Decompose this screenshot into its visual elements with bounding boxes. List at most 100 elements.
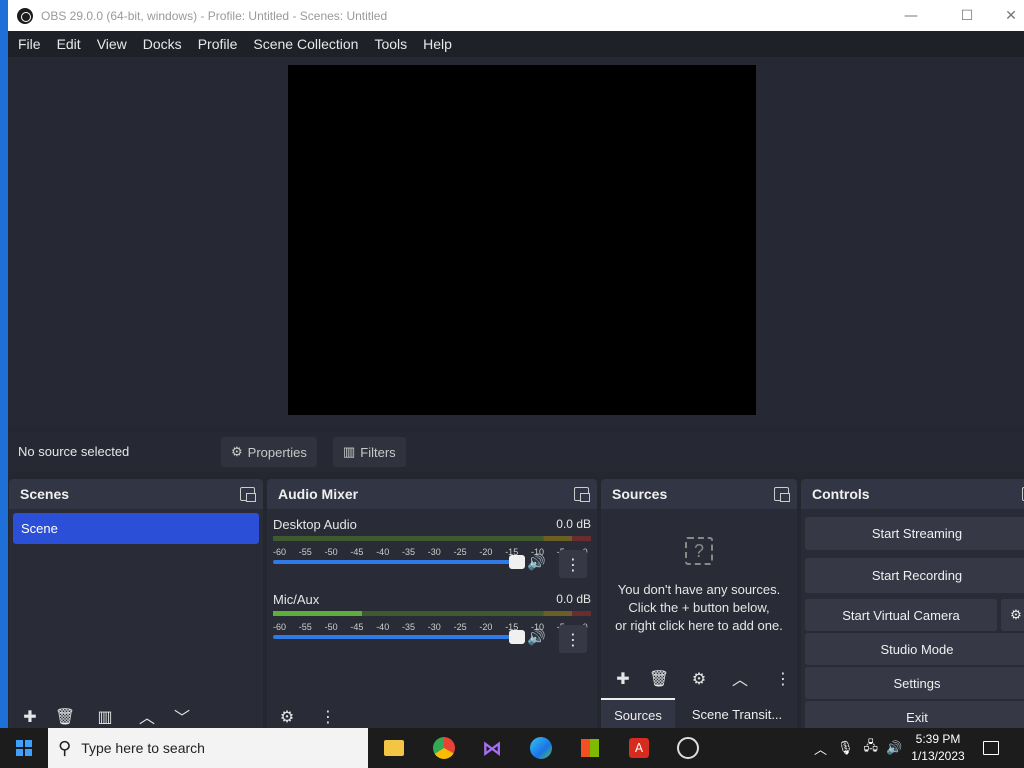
studio-mode-button[interactable]: Studio Mode	[805, 633, 1024, 665]
meter-tick-label: -20	[479, 622, 493, 632]
scene-list-item[interactable]: Scene	[13, 513, 259, 544]
remove-scene-button[interactable]: 🗑	[53, 704, 77, 728]
acrobat-icon: A	[629, 738, 649, 758]
move-scene-down-button[interactable]: ﹀	[170, 704, 194, 728]
meter-tick-label: -45	[350, 547, 364, 557]
remove-source-button[interactable]: 🗑	[647, 666, 671, 690]
move-scene-up-button[interactable]: ︿	[135, 704, 159, 728]
taskbar: ⚲ Type here to search ⋈ A ︿ 🎙 🖧 🔊 5:39 P…	[0, 728, 1024, 768]
move-source-up-button[interactable]: ︿	[728, 666, 752, 690]
menu-profile[interactable]: Profile	[190, 36, 246, 52]
filters-button[interactable]: ▥ Filters	[333, 437, 406, 467]
taskbar-clock[interactable]: 5:39 PM 1/13/2023	[904, 731, 972, 765]
volume-slider[interactable]	[273, 555, 525, 569]
notification-icon	[983, 741, 999, 755]
clock-time: 5:39 PM	[915, 732, 961, 746]
gears-icon: ⚙	[279, 706, 295, 726]
kebab-icon: ⋮	[775, 668, 791, 688]
menu-docks[interactable]: Docks	[135, 36, 190, 52]
chrome-app[interactable]	[420, 728, 468, 768]
microphone-icon[interactable]: 🎙	[837, 741, 854, 756]
start-streaming-button[interactable]: Start Streaming	[805, 517, 1024, 550]
meter-tick-label: -25	[453, 547, 467, 557]
menu-scene-collection[interactable]: Scene Collection	[245, 36, 366, 52]
volume-icon[interactable]: 🔊	[886, 741, 902, 756]
meter-tick-label: -30	[427, 622, 441, 632]
empty-line-1: You don't have any sources.	[617, 582, 781, 597]
add-scene-button[interactable]: ✚	[18, 704, 42, 728]
minimize-button[interactable]: —	[888, 0, 934, 31]
meter-tick-label: -25	[453, 622, 467, 632]
source-properties-button[interactable]: ⚙	[687, 666, 711, 690]
mixer-menu-button[interactable]: ⋮	[316, 704, 340, 728]
menu-tools[interactable]: Tools	[366, 36, 415, 52]
edge-app[interactable]	[517, 728, 565, 768]
kebab-icon: ⋮	[565, 554, 581, 574]
speaker-icon[interactable]: 🔊	[527, 553, 546, 571]
taskbar-search[interactable]: ⚲ Type here to search	[48, 728, 368, 768]
start-recording-button[interactable]: Start Recording	[805, 558, 1024, 593]
settings-button[interactable]: Settings	[805, 667, 1024, 699]
slider-handle[interactable]	[509, 630, 525, 644]
tab-sources[interactable]: Sources	[601, 698, 675, 728]
virtual-camera-settings-button[interactable]: ⚙	[1001, 599, 1024, 631]
maximize-button[interactable]: ☐	[944, 0, 990, 31]
undock-icon[interactable]	[240, 487, 256, 502]
channel-menu-button[interactable]: ⋮	[559, 625, 587, 653]
volume-slider[interactable]	[273, 630, 525, 644]
desktop-background	[0, 0, 8, 728]
gear-icon: ⚙	[691, 668, 707, 688]
sources-empty-state[interactable]: ? You don't have any sources. Click the …	[601, 537, 797, 635]
chrome-icon	[433, 737, 455, 759]
exit-button[interactable]: Exit	[805, 701, 1024, 728]
visual-studio-app[interactable]: ⋈	[468, 728, 516, 768]
acrobat-app[interactable]: A	[615, 728, 663, 768]
menu-file[interactable]: File	[8, 36, 49, 52]
scenes-title: Scenes	[20, 486, 70, 502]
file-explorer-app[interactable]	[370, 728, 418, 768]
sources-menu-button[interactable]: ⋮	[775, 666, 791, 690]
action-center-button[interactable]	[968, 728, 1014, 768]
meter-tick-label: -60	[273, 622, 287, 632]
system-tray: ︿ 🎙 🖧 🔊	[814, 728, 902, 768]
close-button[interactable]: ✕	[988, 0, 1024, 31]
meter-tick-label: -50	[324, 547, 338, 557]
advanced-audio-button[interactable]: ⚙	[275, 704, 299, 728]
network-icon[interactable]: 🖧	[864, 737, 879, 759]
properties-button[interactable]: ⚙ Properties	[221, 437, 317, 467]
title-bar: OBS 29.0.0 (64-bit, windows) - Profile: …	[8, 0, 1024, 31]
undock-icon[interactable]	[574, 487, 590, 502]
window-title: OBS 29.0.0 (64-bit, windows) - Profile: …	[41, 8, 388, 23]
source-status: No source selected	[18, 444, 130, 459]
scene-filters-button[interactable]: ▥	[93, 704, 117, 728]
scenes-dock: Scenes Scene ✚ 🗑 ▥ ︿ ﹀	[9, 479, 263, 728]
start-button[interactable]	[0, 728, 48, 768]
obs-taskbar-app[interactable]	[664, 728, 712, 768]
start-virtual-camera-button[interactable]: Start Virtual Camera	[805, 599, 997, 631]
source-toolbar: No source selected ⚙ Properties ▥ Filter…	[8, 432, 1024, 472]
add-source-button[interactable]: ✚	[611, 666, 635, 690]
speaker-icon[interactable]: 🔊	[527, 628, 546, 646]
meter-level	[273, 611, 363, 616]
chevron-up-icon: ︿	[138, 708, 155, 727]
menu-edit[interactable]: Edit	[49, 36, 89, 52]
folder-icon	[384, 740, 404, 756]
kebab-icon: ⋮	[320, 706, 336, 726]
store-app[interactable]	[566, 728, 614, 768]
tray-overflow-icon[interactable]: ︿	[814, 739, 827, 758]
tab-scene-transitions[interactable]: Scene Transit...	[681, 698, 793, 728]
empty-line-3: or right click here to add one.	[615, 618, 783, 633]
channel-menu-button[interactable]: ⋮	[559, 550, 587, 578]
undock-icon[interactable]	[774, 487, 790, 502]
preview-canvas[interactable]	[288, 65, 756, 415]
menu-help[interactable]: Help	[415, 36, 460, 52]
meter-tick-label: -35	[402, 547, 416, 557]
store-icon	[581, 739, 599, 757]
controls-dock: Controls Start Streaming Start Recording…	[801, 479, 1024, 728]
meter-tick-label: -55	[298, 547, 312, 557]
chevron-up-icon: ︿	[731, 670, 748, 689]
audio-mixer-dock-title: Audio Mixer	[267, 479, 597, 509]
slider-handle[interactable]	[509, 555, 525, 569]
visual-studio-icon: ⋈	[482, 736, 502, 760]
menu-view[interactable]: View	[89, 36, 135, 52]
